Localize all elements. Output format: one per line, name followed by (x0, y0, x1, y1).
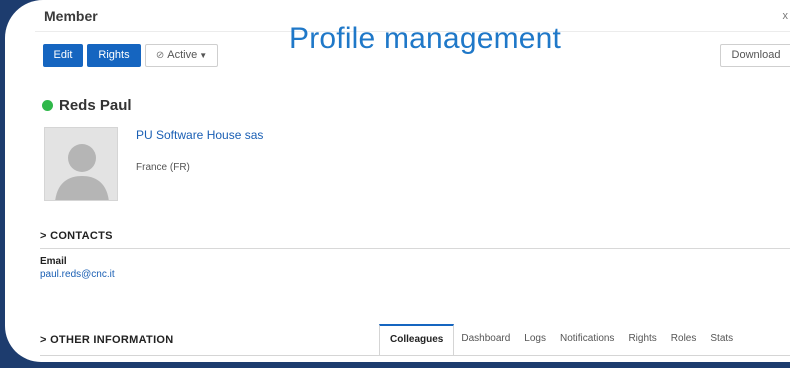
other-information-section-toggle[interactable]: > OTHER INFORMATION (40, 334, 174, 346)
avatar (44, 127, 118, 201)
member-panel: Member x Edit Rights ⊘ Active ▼ Download P… (5, 0, 790, 362)
edit-button[interactable]: Edit (43, 44, 83, 67)
caret-down-icon: ▼ (199, 51, 208, 60)
tab-logs[interactable]: Logs (517, 324, 553, 356)
tab-rights[interactable]: Rights (621, 324, 663, 356)
online-status-dot (42, 100, 53, 111)
person-silhouette-icon (45, 128, 117, 200)
download-button[interactable]: Download (720, 44, 790, 67)
close-icon[interactable]: x (783, 10, 789, 22)
member-name: Reds Paul (59, 97, 132, 114)
tabs-divider (40, 355, 790, 356)
rights-button[interactable]: Rights (87, 44, 141, 67)
contacts-divider (40, 248, 790, 249)
tab-roles[interactable]: Roles (664, 324, 704, 356)
presentation-frame: Member x Edit Rights ⊘ Active ▼ Download P… (0, 0, 790, 368)
contacts-section-toggle[interactable]: > CONTACTS (40, 230, 113, 242)
email-link[interactable]: paul.reds@cnc.it (40, 269, 115, 280)
tab-dashboard[interactable]: Dashboard (454, 324, 517, 356)
tab-colleagues[interactable]: Colleagues (379, 324, 455, 356)
status-dropdown[interactable]: ⊘ Active ▼ (145, 44, 218, 67)
status-label: Active (167, 49, 198, 61)
tab-notifications[interactable]: Notifications (553, 324, 621, 356)
check-circle-icon: ⊘ (155, 50, 165, 61)
slide-title: Profile management (289, 22, 562, 55)
panel-title: Member (44, 8, 98, 24)
company-link[interactable]: PU Software House sas (136, 128, 263, 142)
email-label: Email (40, 256, 67, 267)
country-text: France (FR) (136, 162, 190, 173)
member-name-row: Reds Paul (42, 97, 132, 114)
tab-stats[interactable]: Stats (703, 324, 740, 356)
info-tabs: Colleagues Dashboard Logs Notifications … (379, 324, 740, 356)
